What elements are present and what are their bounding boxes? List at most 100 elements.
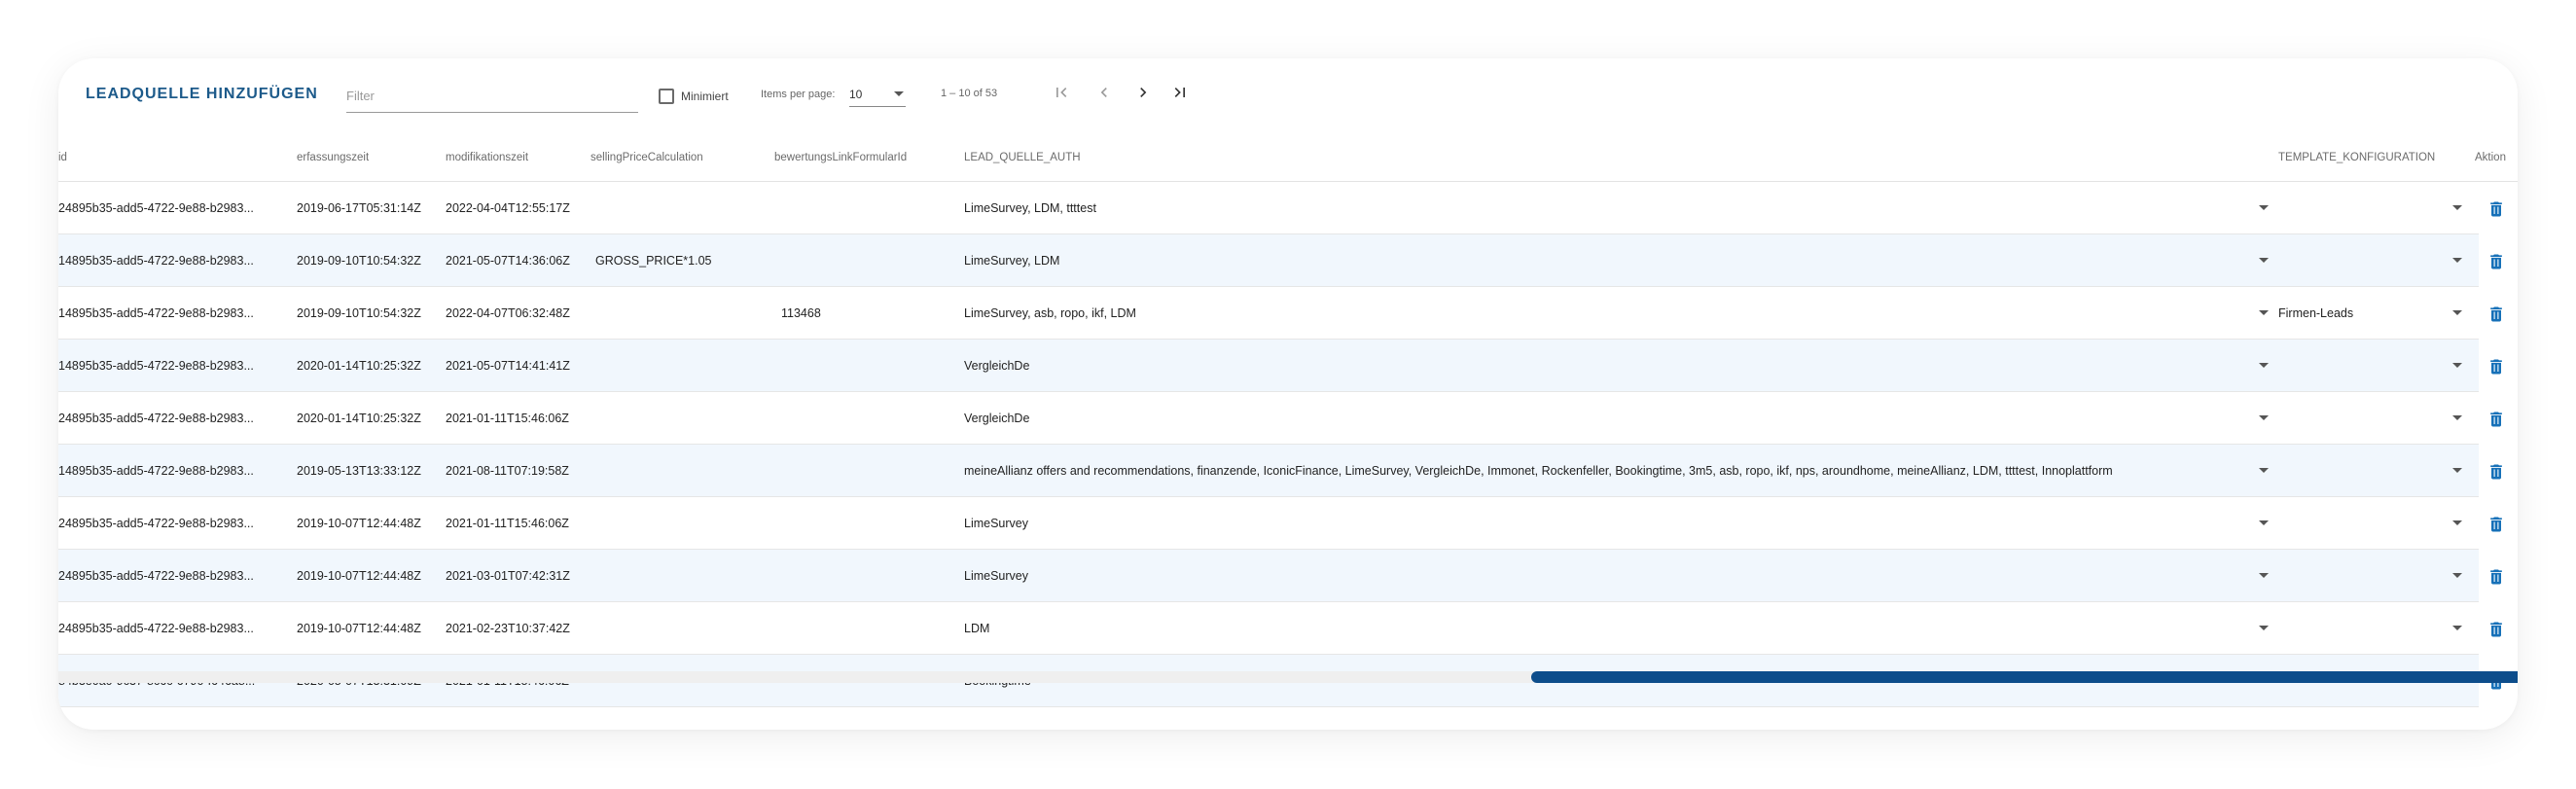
delete-row-button[interactable] xyxy=(2487,619,2506,640)
lead-quelle-auth-dropdown-icon[interactable] xyxy=(2259,415,2269,420)
first-page-button[interactable] xyxy=(1047,78,1076,107)
cell-id: 24895b35-add5-4722-9e88-b2983... xyxy=(58,201,254,215)
lead-source-card: LEADQUELLE HINZUFÜGEN Minimiert Items pe… xyxy=(58,58,2518,730)
cell-modifikationszeit: 2021-01-11T15:46:06Z xyxy=(446,412,569,425)
lead-quelle-auth-dropdown-icon[interactable] xyxy=(2259,310,2269,315)
template-konfiguration-dropdown-icon[interactable] xyxy=(2452,415,2462,420)
paginator-range-label: 1 – 10 of 53 xyxy=(941,88,998,99)
trash-icon xyxy=(2490,622,2502,637)
last-page-button[interactable] xyxy=(1165,78,1195,107)
cell-lead-quelle-auth: LimeSurvey, asb, ropo, ikf, LDM xyxy=(964,306,1136,320)
lead-quelle-auth-dropdown-icon[interactable] xyxy=(2259,573,2269,578)
column-header-aktion: Aktion xyxy=(2475,152,2506,163)
items-per-page-label: Items per page: xyxy=(761,89,836,100)
trash-icon xyxy=(2490,306,2502,322)
column-header-modifikationszeit[interactable]: modifikationszeit xyxy=(446,152,528,163)
trash-icon xyxy=(2490,254,2502,269)
trash-icon xyxy=(2490,201,2502,217)
filter-input[interactable] xyxy=(346,80,638,113)
cell-erfassungszeit: 2019-09-10T10:54:32Z xyxy=(297,254,421,268)
delete-row-button[interactable] xyxy=(2487,566,2506,588)
lead-quelle-auth-dropdown-icon[interactable] xyxy=(2259,468,2269,473)
trash-icon xyxy=(2490,359,2502,375)
template-konfiguration-dropdown-icon[interactable] xyxy=(2452,363,2462,368)
cell-id: 14895b35-add5-4722-9e88-b2983... xyxy=(58,359,254,373)
cell-erfassungszeit: 2020-01-14T10:25:32Z xyxy=(297,359,421,373)
template-konfiguration-dropdown-icon[interactable] xyxy=(2452,205,2462,210)
items-per-page-select[interactable]: 10 xyxy=(849,82,906,107)
lead-quelle-auth-dropdown-icon[interactable] xyxy=(2259,205,2269,210)
lead-quelle-auth-dropdown-icon[interactable] xyxy=(2259,520,2269,525)
cell-id: 24895b35-add5-4722-9e88-b2983... xyxy=(58,517,254,530)
cell-erfassungszeit: 2019-09-10T10:54:32Z xyxy=(297,306,421,320)
add-lead-source-button[interactable]: LEADQUELLE HINZUFÜGEN xyxy=(86,86,318,103)
delete-row-button[interactable] xyxy=(2487,514,2506,535)
cell-lead-quelle-auth: LimeSurvey, LDM xyxy=(964,254,1060,268)
lead-quelle-auth-dropdown-icon[interactable] xyxy=(2259,626,2269,630)
lead-quelle-auth-dropdown-icon[interactable] xyxy=(2259,258,2269,263)
template-konfiguration-dropdown-icon[interactable] xyxy=(2452,468,2462,473)
column-header-bewertungs-link-formular-id[interactable]: bewertungsLinkFormularId xyxy=(774,152,907,163)
trash-icon xyxy=(2490,517,2502,532)
template-konfiguration-dropdown-icon[interactable] xyxy=(2452,520,2462,525)
lead-quelle-auth-dropdown-icon[interactable] xyxy=(2259,363,2269,368)
delete-row-button[interactable] xyxy=(2487,461,2506,483)
cell-id: 24895b35-add5-4722-9e88-b2983... xyxy=(58,622,254,635)
previous-page-button[interactable] xyxy=(1090,78,1119,107)
delete-row-button[interactable] xyxy=(2487,304,2506,325)
cell-modifikationszeit: 2021-05-07T14:36:06Z xyxy=(446,254,570,268)
cell-modifikationszeit: 2022-04-07T06:32:48Z xyxy=(446,306,570,320)
column-header-id[interactable]: id xyxy=(58,152,67,163)
table-header-row: id erfassungszeit modifikationszeit sell… xyxy=(58,136,2518,182)
delete-row-button[interactable] xyxy=(2487,198,2506,220)
template-konfiguration-dropdown-icon[interactable] xyxy=(2452,626,2462,630)
column-header-erfassungszeit[interactable]: erfassungszeit xyxy=(297,152,369,163)
cell-lead-quelle-auth: meineAllianz offers and recommendations,… xyxy=(964,464,2113,478)
table-row[interactable]: 14895b35-add5-4722-9e88-b2983... 2019-05-… xyxy=(58,445,2502,497)
delete-row-button[interactable] xyxy=(2487,409,2506,430)
trash-icon xyxy=(2490,569,2502,585)
table-row[interactable]: 14895b35-add5-4722-9e88-b2983... 2019-09-… xyxy=(58,287,2502,340)
column-header-template-konfiguration[interactable]: TEMPLATE_KONFIGURATION xyxy=(2278,152,2435,163)
table-row[interactable]: 14895b35-add5-4722-9e88-b2983... 2019-09-… xyxy=(58,234,2502,287)
minimized-checkbox[interactable] xyxy=(659,89,674,104)
cell-lead-quelle-auth: LimeSurvey xyxy=(964,569,1028,583)
column-header-selling-price-calculation[interactable]: sellingPriceCalculation xyxy=(590,152,703,163)
delete-row-button[interactable] xyxy=(2487,356,2506,377)
table-row[interactable]: 24895b35-add5-4722-9e88-b2983... 2019-10-… xyxy=(58,602,2502,655)
next-page-button[interactable] xyxy=(1128,78,1158,107)
minimized-label: Minimiert xyxy=(681,90,729,103)
table-row[interactable]: 24895b35-add5-4722-9e88-b2983... 2019-06-… xyxy=(58,182,2502,234)
table-row[interactable]: 24895b35-add5-4722-9e88-b2983... 2020-01-… xyxy=(58,392,2502,445)
table-row[interactable]: 24895b35-add5-4722-9e88-b2983... 2019-10-… xyxy=(58,550,2502,602)
cell-erfassungszeit: 2019-10-07T12:44:48Z xyxy=(297,517,421,530)
cell-id: 14895b35-add5-4722-9e88-b2983... xyxy=(58,254,254,268)
first-page-icon xyxy=(1056,88,1067,97)
table-toolbar: LEADQUELLE HINZUFÜGEN Minimiert Items pe… xyxy=(58,58,2518,136)
cell-lead-quelle-auth: VergleichDe xyxy=(964,412,1030,425)
table-row[interactable]: 24895b35-add5-4722-9e88-b2983... 2019-10-… xyxy=(58,497,2502,550)
cell-erfassungszeit: 2019-10-07T12:44:48Z xyxy=(297,622,421,635)
template-konfiguration-dropdown-icon[interactable] xyxy=(2452,258,2462,263)
cell-erfassungszeit: 2019-10-07T12:44:48Z xyxy=(297,569,421,583)
template-konfiguration-dropdown-icon[interactable] xyxy=(2452,573,2462,578)
cell-lead-quelle-auth: LimeSurvey xyxy=(964,517,1028,530)
horizontal-scrollbar-thumb[interactable] xyxy=(1531,671,2518,683)
cell-selling-price-calculation[interactable]: GROSS_PRICE*1.05 xyxy=(595,254,770,268)
cell-bewertungs-link-formular-id[interactable]: 113468 xyxy=(781,306,961,320)
cell-modifikationszeit: 2021-05-07T14:41:41Z xyxy=(446,359,570,373)
cell-modifikationszeit: 2021-03-01T07:42:31Z xyxy=(446,569,570,583)
cell-erfassungszeit: 2019-05-13T13:33:12Z xyxy=(297,464,421,478)
cell-erfassungszeit: 2020-01-14T10:25:32Z xyxy=(297,412,421,425)
template-konfiguration-dropdown-icon[interactable] xyxy=(2452,310,2462,315)
cell-modifikationszeit: 2021-02-23T10:37:42Z xyxy=(446,622,570,635)
chevron-right-icon xyxy=(1140,88,1147,97)
minimized-checkbox-wrap[interactable]: Minimiert xyxy=(659,88,729,105)
lead-source-table: id erfassungszeit modifikationszeit sell… xyxy=(58,136,2518,707)
delete-row-button[interactable] xyxy=(2487,251,2506,272)
cell-lead-quelle-auth: LDM xyxy=(964,622,990,635)
trash-icon xyxy=(2490,412,2502,427)
cell-template-konfiguration: Firmen-Leads xyxy=(2278,306,2354,320)
table-row[interactable]: 14895b35-add5-4722-9e88-b2983... 2020-01-… xyxy=(58,340,2502,392)
column-header-lead-quelle-auth[interactable]: LEAD_QUELLE_AUTH xyxy=(964,152,1081,163)
